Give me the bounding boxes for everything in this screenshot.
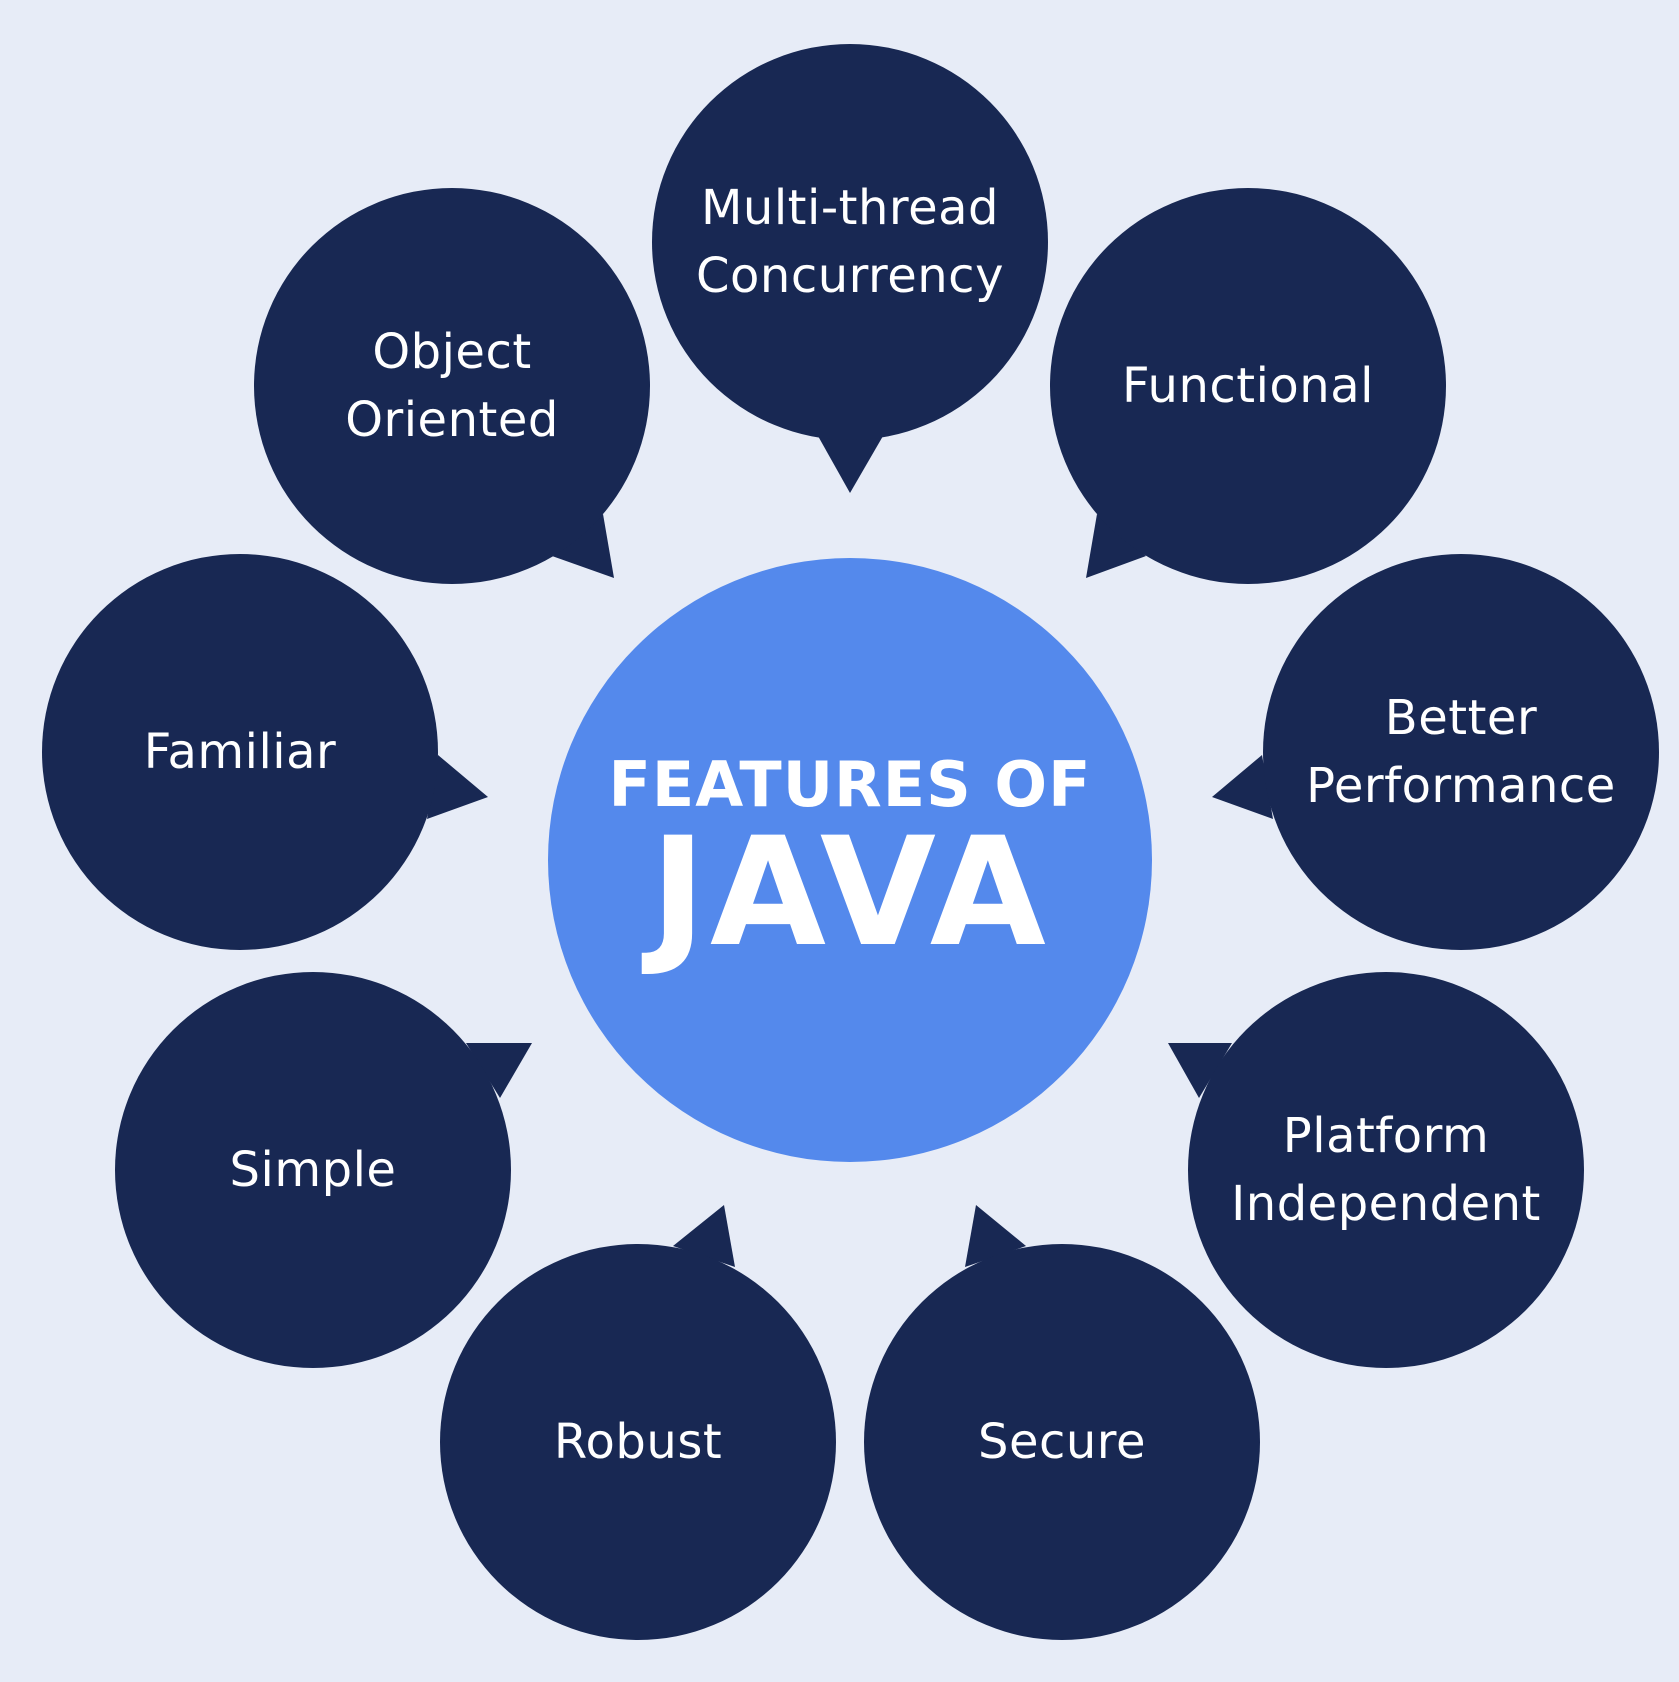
feature-label-line: Familiar	[143, 724, 337, 780]
feature-label-robust: Robust	[554, 1408, 722, 1476]
feature-label-line: Independent	[1231, 1176, 1541, 1232]
feature-label-line: Concurrency	[696, 248, 1004, 304]
feature-label-better-performance: Better Performance	[1306, 684, 1616, 820]
feature-label-line: Platform	[1282, 1108, 1490, 1164]
feature-label-line: Better	[1384, 690, 1538, 746]
feature-label-platform-independent: Platform Independent	[1231, 1102, 1541, 1238]
bubble-tail	[818, 436, 883, 493]
feature-label-line: Secure	[977, 1414, 1147, 1470]
feature-label-line: Multi-thread	[701, 180, 999, 236]
center-title: FEATURES OF JAVA	[609, 752, 1092, 980]
center-title-line2: JAVA	[650, 806, 1050, 980]
feature-label-object-oriented: Object Oriented	[345, 318, 559, 454]
feature-label-line: Oriented	[345, 392, 559, 448]
features-of-java-diagram: FEATURES OF JAVA Multi-thread Concurrency…	[0, 0, 1679, 1682]
feature-label-line: Robust	[553, 1414, 723, 1470]
feature-label-multi-thread-concurrency: Multi-thread Concurrency	[696, 174, 1004, 310]
feature-label-familiar: Familiar	[144, 718, 337, 786]
feature-label-functional: Functional	[1122, 352, 1374, 420]
feature-label-line: Functional	[1122, 358, 1374, 414]
feature-label-simple: Simple	[230, 1136, 397, 1204]
feature-label-line: Performance	[1306, 758, 1616, 814]
feature-label-line: Object	[372, 324, 532, 380]
feature-label-line: Simple	[229, 1142, 397, 1198]
feature-label-secure: Secure	[978, 1408, 1146, 1476]
